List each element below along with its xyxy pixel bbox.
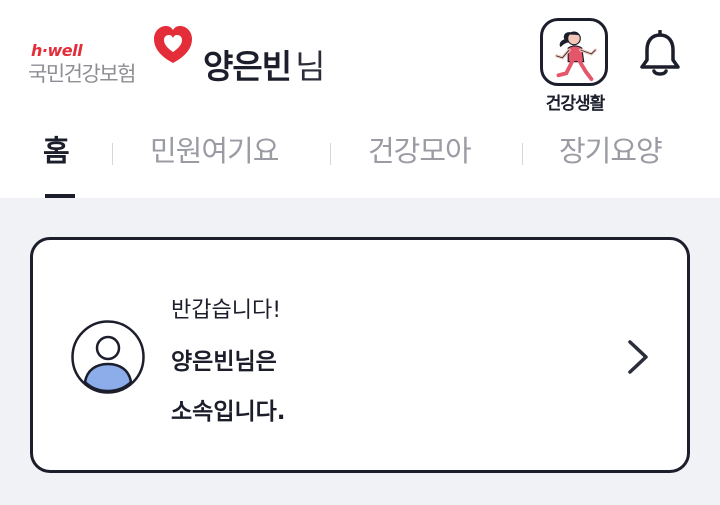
main-tab-bar: 홈 민원여기요 건강모아 장기요양 [0, 128, 720, 198]
tab-civil-services[interactable]: 민원여기요 [150, 128, 279, 170]
chevron-right-icon [628, 340, 648, 374]
user-info-card[interactable]: 반갑습니다! 양은빈님은 소속입니다. [30, 237, 690, 473]
user-honorific: 님 [295, 47, 326, 86]
card-greeting: 반갑습니다! [171, 298, 282, 323]
tab-long-term-care[interactable]: 장기요양 [559, 128, 663, 170]
bell-icon[interactable] [638, 30, 682, 78]
health-life-button[interactable]: 건강생활 [530, 18, 620, 118]
user-name: 양은빈 [203, 47, 292, 86]
active-tab-indicator [45, 194, 75, 198]
health-life-label: 건강생활 [545, 94, 606, 114]
tab-divider [330, 143, 331, 165]
card-user-name-line: 양은빈님은 [171, 349, 277, 375]
tab-divider [112, 143, 113, 165]
tab-home[interactable]: 홈 [43, 128, 70, 170]
tab-health-moa[interactable]: 건강모아 [368, 128, 472, 170]
tab-divider [522, 143, 523, 165]
nhis-logo[interactable]: h·well 국민건강보험 [28, 26, 198, 86]
runner-icon [540, 18, 608, 86]
card-affiliation-line: 소속입니다. [171, 399, 286, 425]
logo-name: 국민건강보험 [28, 62, 136, 86]
user-greeting-title: 양은빈 님 [203, 40, 325, 88]
app-header: h·well 국민건강보험 양은빈 님 건강생활 홈 민원여기요 건강모아 장기… [0, 0, 720, 198]
heart-logo-icon [154, 26, 192, 63]
user-avatar-icon [71, 320, 145, 394]
